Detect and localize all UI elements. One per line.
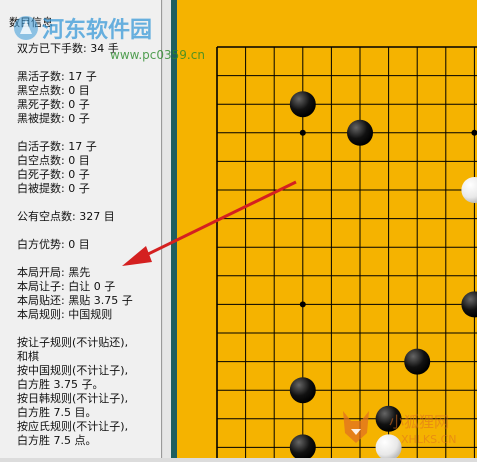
info-line: 黑空点数: 0 目 [17,84,90,97]
info-line: 按让子规则(不计贴还), [17,336,129,349]
info-line: 白方胜 7.5 点。 [17,434,97,447]
splitter[interactable] [163,0,171,458]
black-stone [404,348,431,375]
info-line: 和棋 [17,350,39,363]
info-line: 黑活子数: 17 子 [17,70,97,83]
star-point [299,129,306,136]
info-line: 本局开局: 黑先 [17,266,91,279]
info-line: 白死子数: 0 子 [17,168,90,181]
white-stone [375,434,402,461]
watermark-site-name: 河东软件园 [42,18,153,43]
black-stone [461,291,477,318]
info-line: 按中国规则(不计让子), [17,364,129,377]
info-line: 本局规则: 中国规则 [17,308,113,321]
watermark-bottom-url: XHLKS.CN [401,433,457,446]
black-stone [289,434,316,461]
go-board[interactable] [177,0,477,462]
info-line: 按应氏规则(不计让子), [17,420,129,433]
board-grid[interactable] [177,0,477,462]
info-line: 本局贴还: 黑贴 3.75 子 [17,294,133,307]
fox-logo-icon [343,411,369,443]
black-stone [289,91,316,118]
info-line: 黑死子数: 0 子 [17,98,90,111]
info-line: 白方胜 3.75 子。 [17,378,104,391]
info-line: 白空点数: 0 目 [17,154,90,167]
white-stone [461,177,477,203]
watermark-logo-icon [14,16,38,40]
info-line: 本局让子: 白让 0 子 [17,280,116,293]
watermark-site-url: www.pc0359.cn [110,48,205,62]
info-line: 白被提数: 0 子 [17,182,90,195]
info-line: 白活子数: 17 子 [17,140,97,153]
info-line: 白方优势: 0 目 [17,238,90,251]
star-point [471,129,477,136]
info-line: 公有空点数: 327 目 [17,210,115,223]
black-stone [289,377,316,404]
star-point [299,301,306,308]
black-stone [347,119,373,146]
info-line: 白方胜 7.5 目。 [17,406,97,419]
info-panel: 数目信息 双方已下手数: 34 手黑活子数: 17 子黑空点数: 0 目黑死子数… [0,0,162,458]
watermark-bottom-name: 小狐狸网 [389,413,450,431]
info-line: 按日韩规则(不计让子), [17,392,129,405]
info-line: 黑被提数: 0 子 [17,112,90,125]
